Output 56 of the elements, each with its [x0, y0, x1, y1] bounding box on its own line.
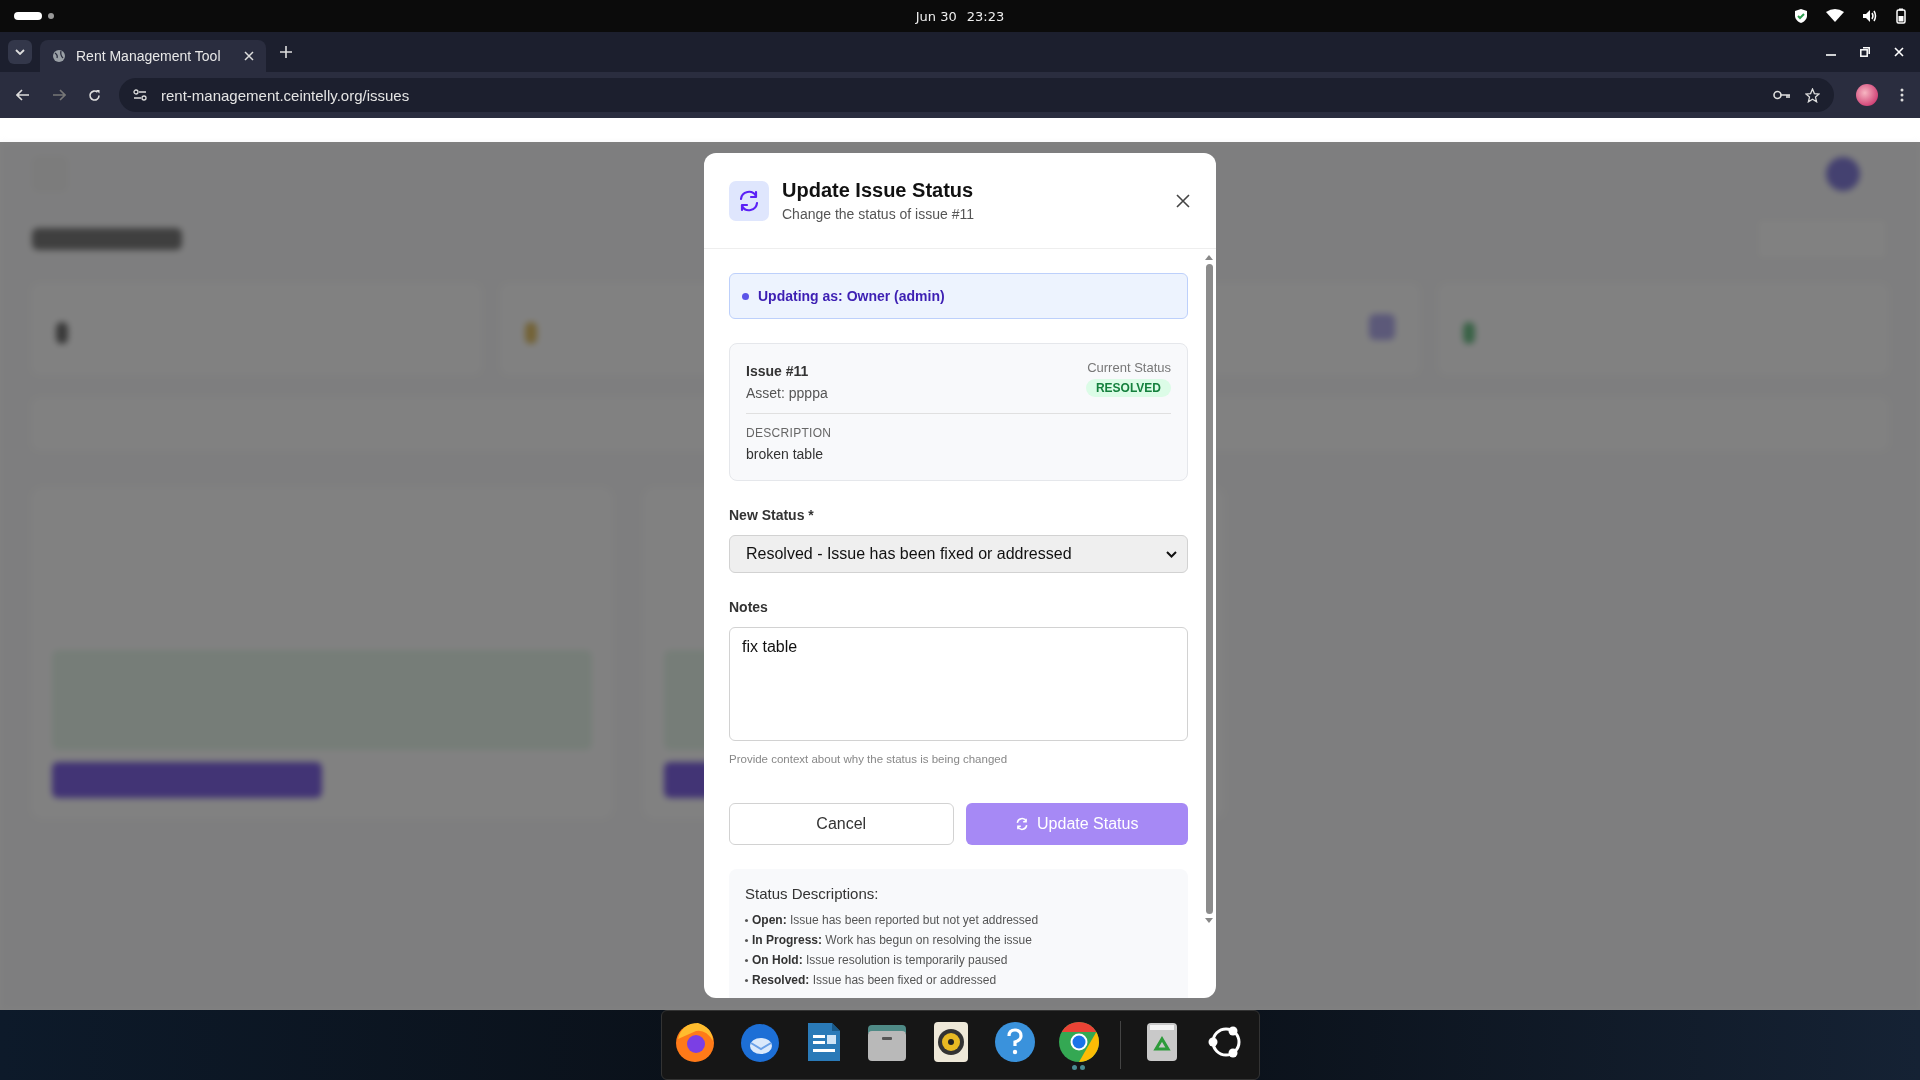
description-label: DESCRIPTION — [746, 426, 833, 440]
workspace-indicator[interactable] — [14, 12, 42, 20]
new-status-label: New Status * — [729, 507, 815, 523]
status-badge: RESOLVED — [1085, 379, 1171, 397]
shield-icon[interactable] — [1794, 8, 1808, 24]
volume-icon[interactable] — [1862, 9, 1878, 23]
reload-icon[interactable] — [88, 88, 101, 102]
bullet-icon — [745, 938, 748, 942]
time-text[interactable]: 23:23 — [966, 8, 1005, 24]
restore-icon[interactable] — [1860, 47, 1870, 57]
menu-icon[interactable] — [1900, 88, 1904, 102]
bullet-icon — [745, 918, 748, 922]
scroll-down-icon[interactable] — [1205, 918, 1213, 923]
status-description-text: In Progress: Work has begun on resolving the issue — [752, 932, 1032, 948]
description-text: broken table — [746, 446, 825, 462]
site-settings-icon[interactable] — [133, 89, 147, 101]
asset-text: Asset: ppppa — [746, 385, 828, 401]
cancel-button[interactable]: Cancel — [729, 803, 954, 845]
role-text: Updating as: Owner (admin) — [758, 288, 945, 304]
battery-icon[interactable] — [1896, 8, 1906, 24]
address-bar[interactable]: rent-management.ceintelly.org/issues — [119, 78, 1834, 112]
tab-title: Rent Management Tool — [76, 48, 222, 64]
profile-avatar[interactable] — [1856, 84, 1878, 106]
bullet-icon — [745, 978, 748, 982]
issue-number: Issue #11 — [746, 363, 810, 379]
status-description-text: On Hold: Issue resolution is temporarily paused — [752, 952, 1008, 968]
caret-icon — [1166, 550, 1177, 558]
status-dot — [742, 292, 749, 300]
new-tab-icon[interactable] — [280, 46, 292, 58]
workspace-dot[interactable] — [48, 13, 54, 19]
wifi-icon[interactable] — [1826, 9, 1844, 23]
star-icon[interactable] — [1805, 87, 1820, 103]
browser-tab[interactable]: Rent Management Tool — [40, 40, 266, 72]
notes-helper-text: Provide context about why the status is being changed — [729, 753, 1009, 765]
scroll-up-icon[interactable] — [1205, 255, 1213, 260]
status-description-text: Open: Issue has been reported but not yet addressed — [752, 912, 1039, 928]
notes-label: Notes — [729, 599, 769, 615]
notes-field[interactable]: fix table — [729, 627, 1188, 741]
status-select[interactable]: Resolved - Issue has been fixed or addressed — [729, 535, 1188, 573]
refresh-icon — [729, 180, 769, 221]
tab-list-button[interactable] — [8, 40, 32, 64]
url-text: rent-management.ceintelly.org/issues — [161, 86, 410, 104]
key-icon[interactable] — [1773, 90, 1791, 100]
forward-icon[interactable] — [52, 89, 66, 101]
dialog-title: Update Issue Status — [782, 179, 974, 202]
back-icon[interactable] — [16, 89, 30, 101]
refresh-icon — [1015, 817, 1030, 831]
current-status-label: Current Status — [1087, 360, 1171, 375]
globe-icon — [52, 49, 66, 63]
status-descriptions-title: Status Descriptions: — [745, 885, 880, 902]
dialog-subtitle: Change the status of issue #11 — [782, 206, 974, 222]
status-description-text: Resolved: Issue has been fixed or addressed — [752, 972, 997, 988]
bullet-icon — [745, 958, 748, 962]
caret-icon — [15, 49, 25, 55]
close-icon[interactable] — [1176, 193, 1190, 208]
date-text[interactable]: Jun 30 — [915, 8, 957, 24]
